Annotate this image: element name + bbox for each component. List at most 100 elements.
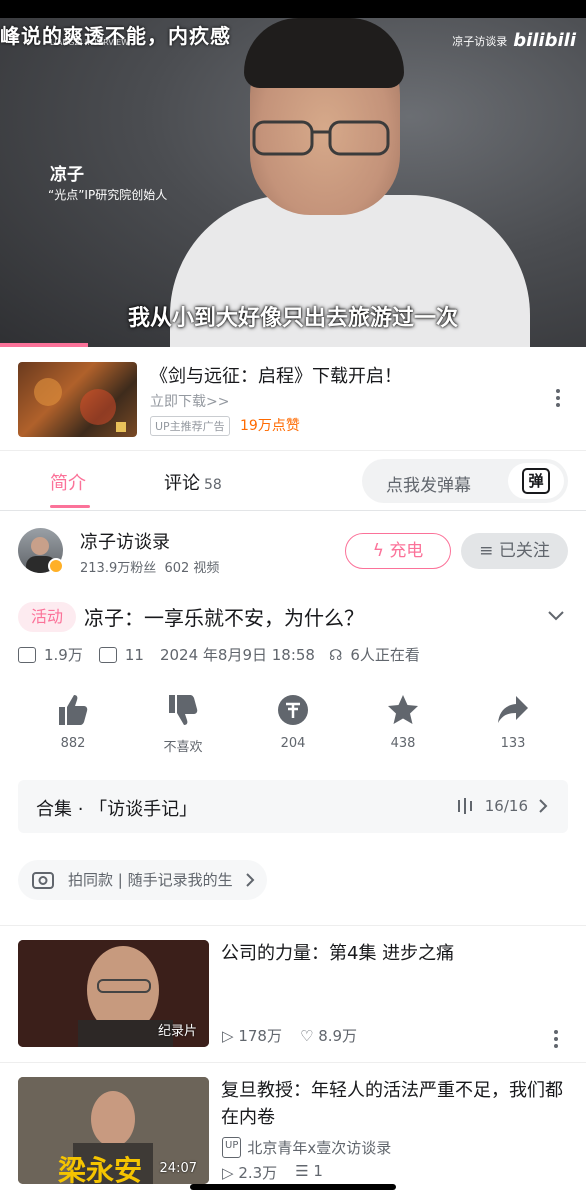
charge-button[interactable]: ϟ 充电	[345, 533, 451, 569]
watching-now: 6人正在看	[350, 646, 420, 664]
game-art	[34, 378, 126, 432]
same-style-chip[interactable]: 拍同款 | 随手记录我的生	[18, 860, 267, 900]
playlist-icon	[458, 798, 472, 814]
dislike-button[interactable]: 不喜欢	[143, 690, 223, 755]
chevron-right-icon	[245, 873, 255, 887]
rec-thumbnail-text: 梁永安	[58, 1154, 143, 1184]
glasses-graphic	[252, 120, 390, 156]
video-title: 凉子：一享乐就不安，为什么？	[84, 606, 364, 630]
play-icon: ▷	[222, 1164, 234, 1182]
rec-plays: 178万	[238, 1027, 282, 1045]
play-count: 1.9万	[44, 646, 83, 664]
thumbs-down-icon	[143, 690, 223, 730]
star-icon	[363, 690, 443, 730]
ad-likes: 19万点赞	[240, 418, 300, 434]
rec-likes: 8.9万	[318, 1027, 358, 1045]
like-button[interactable]: 882	[33, 690, 113, 751]
ad-download-link[interactable]: 立即下载>>	[150, 391, 229, 411]
uploader-video-count: 602 视频	[164, 561, 220, 576]
video-player[interactable]: 峰说的爽透不能，内疚感 LIANGZI INTERVIEW 凉子访谈录 bili…	[0, 0, 586, 347]
ad-thumbnail[interactable]	[18, 362, 137, 437]
home-indicator[interactable]	[190, 1184, 396, 1190]
watermark: 凉子访谈录 bilibili	[452, 30, 576, 51]
bilibili-logo: bilibili	[513, 30, 576, 51]
rec-title[interactable]: 公司的力量：第4集 进步之痛	[221, 940, 566, 967]
follow-button[interactable]: ≡ 已关注	[461, 533, 568, 569]
coin-button[interactable]: 204	[253, 690, 333, 751]
collection-card[interactable]: 合集 · 「访谈手记」 16/16	[18, 780, 568, 833]
activity-tag[interactable]: 活动	[18, 602, 76, 632]
uploader-fans: 213.9万粉丝	[80, 561, 157, 576]
camera-icon	[32, 872, 54, 889]
video-subtitle: 我从小到大好像只出去旅游过一次	[127, 306, 458, 331]
favorite-count: 438	[390, 736, 416, 751]
comment-count: 58	[204, 477, 222, 493]
rec-up-name: 北京青年x壹次访谈录	[247, 1139, 392, 1157]
rec-title[interactable]: 复旦教授：年轻人的活法严重不足，我们都在内卷	[221, 1077, 566, 1131]
chevron-down-icon[interactable]	[546, 606, 566, 626]
thumbs-up-icon	[33, 690, 113, 730]
same-style-label: 拍同款 | 随手记录我的生	[68, 871, 233, 889]
collection-name: 合集 · 「访谈手记」	[36, 799, 198, 820]
tab-comments[interactable]: 评论 58	[164, 469, 222, 495]
rec-uploader[interactable]: UP 北京青年x壹次访谈录	[222, 1137, 391, 1158]
recommended-video[interactable]: 纪录片 公司的力量：第4集 进步之痛 ▷ 178万 ♡ 8.9万	[0, 940, 586, 1060]
charge-label: 充电	[389, 541, 424, 561]
heart-icon: ♡	[299, 1027, 314, 1045]
danmaku-icon: ☰	[295, 1162, 309, 1180]
speaker-name: 凉子	[50, 165, 84, 185]
rec-danmaku: 1	[313, 1162, 323, 1180]
verified-badge-icon	[48, 558, 64, 574]
up-icon: UP	[222, 1137, 242, 1158]
rec-thumbnail[interactable]: 纪录片	[18, 940, 209, 1047]
coin-icon	[253, 690, 333, 730]
rec-badge: 纪录片	[157, 1024, 197, 1039]
more-vertical-icon[interactable]	[556, 389, 560, 410]
ad-card[interactable]: 《剑与远征：启程》下载开启！ 立即下载>> UP主推荐广告 19万点赞	[0, 347, 586, 451]
danmaku-input[interactable]: 点我发弹幕 弹	[362, 459, 568, 503]
danmaku-placeholder: 点我发弹幕	[386, 476, 471, 496]
video-meta: 1.9万 11 2024 年8月9日 18:58 ☊ 6人正在看	[18, 644, 420, 665]
dislike-label: 不喜欢	[163, 740, 203, 755]
danmaku-count: 11	[124, 645, 144, 664]
share-icon	[473, 690, 553, 730]
rec-duration: 24:07	[159, 1161, 197, 1176]
danmaku-count-icon	[98, 646, 117, 663]
chevron-right-icon	[539, 799, 548, 813]
menu-icon: ≡	[479, 541, 494, 561]
tab-bar: 简介 评论 58 点我发弹幕 弹	[0, 451, 586, 511]
divider	[0, 1062, 586, 1063]
divider	[0, 925, 586, 926]
ad-tag: UP主推荐广告	[150, 416, 230, 436]
favorite-button[interactable]: 438	[363, 690, 443, 751]
follow-label: 已关注	[498, 541, 550, 561]
uploader-stats: 213.9万粉丝 602 视频	[80, 557, 219, 576]
publish-date: 2024 年8月9日 18:58	[159, 646, 315, 664]
viewers-icon: ☊	[328, 645, 343, 664]
tab-intro[interactable]: 简介	[50, 469, 86, 495]
video-title-row: 活动 凉子：一享乐就不安，为什么？	[0, 598, 586, 638]
lightning-icon: ϟ	[372, 541, 384, 561]
speaker-role: “光点”IP研究院创始人	[48, 188, 168, 202]
share-button[interactable]: 133	[473, 690, 553, 751]
more-vertical-icon[interactable]	[554, 1030, 558, 1051]
status-bar	[0, 0, 586, 18]
uploader-name[interactable]: 凉子访谈录	[80, 528, 170, 554]
speaker-hair	[244, 18, 404, 88]
play-count-icon	[18, 646, 36, 663]
recommended-video[interactable]: 梁永安 24:07 复旦教授：年轻人的活法严重不足，我们都在内卷 UP 北京青年…	[0, 1077, 586, 1197]
danmaku-icon: 弹	[522, 468, 550, 494]
action-bar: 882 不喜欢 204 438 133	[0, 690, 586, 760]
danmaku-toggle-button[interactable]: 弹	[508, 463, 564, 499]
rec-plays: 2.3万	[238, 1164, 278, 1182]
channel-logo-text: LIANGZI INTERVIEW	[50, 38, 130, 47]
uploader-row: 凉子访谈录 213.9万粉丝 602 视频 ϟ 充电 ≡ 已关注	[0, 520, 586, 590]
ad-title[interactable]: 《剑与远征：启程》下载开启！	[150, 362, 402, 388]
like-count: 882	[60, 736, 86, 751]
collection-count: 16/16	[484, 797, 528, 815]
tab-active-indicator	[50, 505, 90, 508]
rec-stats: ▷ 2.3万 ☰ 1	[222, 1162, 323, 1183]
share-count: 133	[500, 736, 526, 751]
rec-stats: ▷ 178万 ♡ 8.9万	[222, 1025, 357, 1046]
rec-thumbnail[interactable]: 梁永安 24:07	[18, 1077, 209, 1184]
